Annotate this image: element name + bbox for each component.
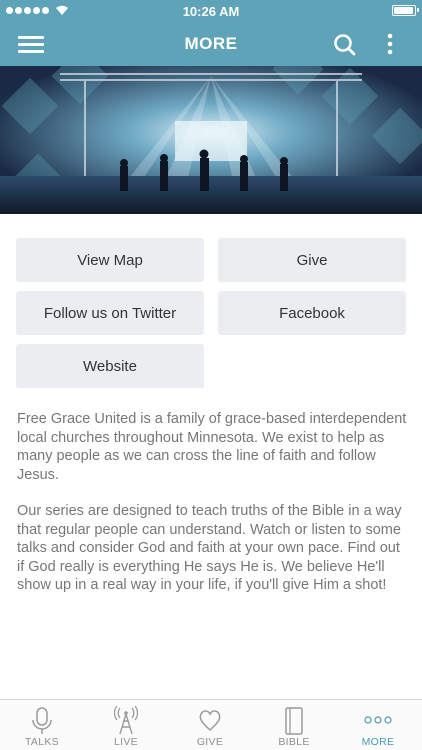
description-paragraph-1: Free Grace United is a family of grace-b… [17, 411, 407, 483]
description-paragraph-2: Our series are designed to teach truths … [17, 503, 402, 593]
hero-banner-image [0, 66, 422, 214]
page-title: MORE [184, 34, 238, 53]
nav-bar: MORE [0, 22, 422, 66]
about-description: Free Grace United is a family of grace-b… [17, 410, 407, 595]
status-time: 10:26 AM [182, 4, 240, 19]
more-dots-icon [364, 716, 392, 724]
tab-label: GIVE [196, 736, 224, 748]
tab-label: MORE [361, 736, 395, 748]
stage-illustration [0, 66, 422, 214]
heart-icon [199, 710, 221, 732]
more-options-icon[interactable] [380, 32, 400, 58]
tab-give[interactable]: GIVE [168, 700, 252, 750]
search-icon[interactable] [332, 32, 358, 58]
facebook-button[interactable]: Facebook [218, 291, 406, 335]
twitter-button[interactable]: Follow us on Twitter [16, 291, 204, 335]
broadcast-tower-icon [114, 706, 138, 735]
status-bar: 10:26 AM [0, 0, 422, 22]
give-button[interactable]: Give [218, 238, 406, 282]
book-icon [285, 707, 303, 735]
view-map-button[interactable]: View Map [16, 238, 204, 282]
tab-bar: TALKS LIVE GIVE BIBLE MORE [0, 699, 422, 750]
battery-icon [392, 5, 419, 16]
tab-bible[interactable]: BIBLE [252, 700, 336, 750]
tab-live[interactable]: LIVE [84, 700, 168, 750]
tab-more[interactable]: MORE [336, 700, 420, 750]
tab-label: TALKS [25, 736, 59, 748]
tab-label: LIVE [114, 736, 138, 748]
tab-talks[interactable]: TALKS [0, 700, 84, 750]
tab-label: BIBLE [278, 736, 310, 748]
website-button[interactable]: Website [16, 344, 204, 388]
microphone-icon [32, 707, 52, 734]
